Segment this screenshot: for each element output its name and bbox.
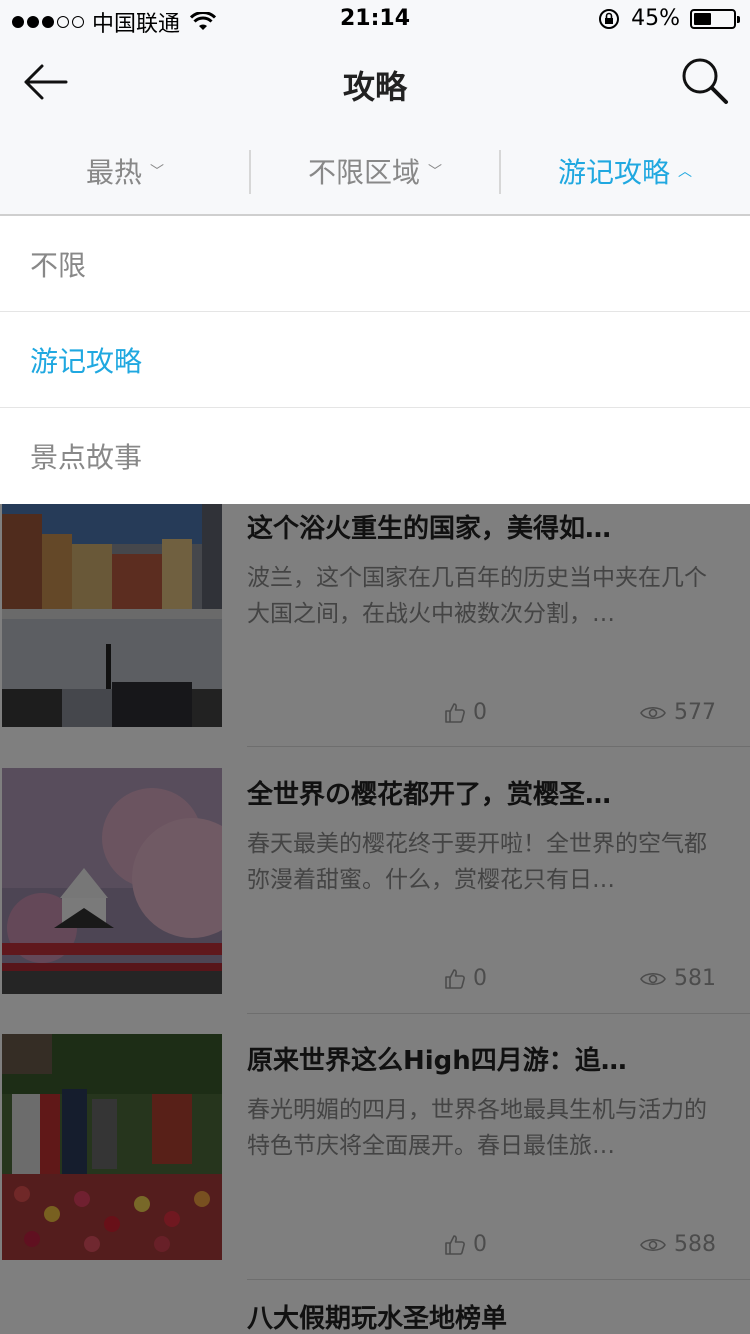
filter-tab-region[interactable]: 不限区域 ﹀ [250, 128, 500, 214]
status-right: 45% [597, 6, 740, 31]
rotation-lock-icon [599, 8, 620, 29]
dropdown-option[interactable]: 游记攻略 [0, 312, 750, 408]
page-title: 攻略 [342, 68, 407, 106]
battery-percent: 45% [631, 6, 680, 31]
navigation-bar: 攻略 [0, 40, 750, 128]
chevron-down-icon: ﹀ [150, 164, 164, 180]
filter-tab-label: 游记攻略 [557, 156, 670, 189]
status-bar: 中国联通 21:14 45% [0, 0, 750, 40]
chevron-down-icon: ﹀ [428, 164, 442, 180]
filter-tab-category[interactable]: 游记攻略 ︿ [500, 128, 750, 214]
filter-tab-sort[interactable]: 最热 ﹀ [0, 128, 250, 214]
battery-icon [690, 8, 740, 29]
chevron-up-icon: ︿ [678, 164, 692, 180]
filter-divider [499, 150, 501, 194]
filter-bar: 最热 ﹀ 不限区域 ﹀ 游记攻略 ︿ [0, 128, 750, 216]
category-dropdown: 不限 游记攻略 景点故事 [0, 216, 750, 504]
filter-tab-label: 不限区域 [307, 156, 420, 189]
dropdown-option[interactable]: 不限 [0, 216, 750, 312]
filter-tab-label: 最热 [85, 156, 142, 189]
filter-divider [249, 150, 251, 194]
dropdown-option[interactable]: 景点故事 [0, 408, 750, 504]
search-icon[interactable] [676, 54, 732, 110]
